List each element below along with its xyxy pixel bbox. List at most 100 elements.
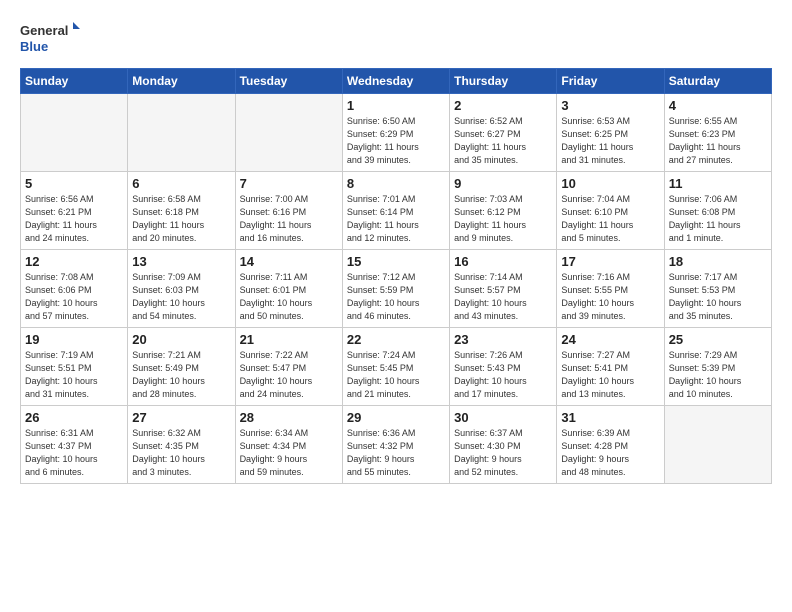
day-info: Sunrise: 7:27 AM Sunset: 5:41 PM Dayligh… xyxy=(561,349,659,401)
day-info: Sunrise: 6:37 AM Sunset: 4:30 PM Dayligh… xyxy=(454,427,552,479)
day-number: 28 xyxy=(240,410,338,425)
calendar-cell: 29 Sunrise: 6:36 AM Sunset: 4:32 PM Dayli… xyxy=(342,406,449,484)
day-number: 7 xyxy=(240,176,338,191)
day-info: Sunrise: 6:32 AM Sunset: 4:35 PM Dayligh… xyxy=(132,427,230,479)
day-info: Sunrise: 7:24 AM Sunset: 5:45 PM Dayligh… xyxy=(347,349,445,401)
day-info: Sunrise: 7:00 AM Sunset: 6:16 PM Dayligh… xyxy=(240,193,338,245)
day-number: 16 xyxy=(454,254,552,269)
day-number: 6 xyxy=(132,176,230,191)
week-row-3: 12Sunrise: 7:08 AM Sunset: 6:06 PM Dayli… xyxy=(21,250,772,328)
day-info: Sunrise: 6:58 AM Sunset: 6:18 PM Dayligh… xyxy=(132,193,230,245)
weekday-thursday: Thursday xyxy=(450,69,557,94)
calendar-cell: 3 Sunrise: 6:53 AM Sunset: 6:25 PM Daylig… xyxy=(557,94,664,172)
calendar-cell: 31 Sunrise: 6:39 AM Sunset: 4:28 PM Dayli… xyxy=(557,406,664,484)
day-info: Sunrise: 6:39 AM Sunset: 4:28 PM Dayligh… xyxy=(561,427,659,479)
weekday-monday: Monday xyxy=(128,69,235,94)
day-info: Sunrise: 7:19 AM Sunset: 5:51 PM Dayligh… xyxy=(25,349,123,401)
week-row-2: 5 Sunrise: 6:56 AM Sunset: 6:21 PM Daylig… xyxy=(21,172,772,250)
logo-svg: General Blue xyxy=(20,18,80,58)
svg-text:General: General xyxy=(20,23,68,38)
weekday-wednesday: Wednesday xyxy=(342,69,449,94)
calendar-cell: 6 Sunrise: 6:58 AM Sunset: 6:18 PM Daylig… xyxy=(128,172,235,250)
calendar-cell xyxy=(235,94,342,172)
day-info: Sunrise: 6:55 AM Sunset: 6:23 PM Dayligh… xyxy=(669,115,767,167)
day-number: 11 xyxy=(669,176,767,191)
day-info: Sunrise: 6:34 AM Sunset: 4:34 PM Dayligh… xyxy=(240,427,338,479)
calendar-cell xyxy=(21,94,128,172)
day-number: 1 xyxy=(347,98,445,113)
day-info: Sunrise: 6:50 AM Sunset: 6:29 PM Dayligh… xyxy=(347,115,445,167)
weekday-saturday: Saturday xyxy=(664,69,771,94)
day-number: 19 xyxy=(25,332,123,347)
calendar-cell xyxy=(128,94,235,172)
logo: General Blue xyxy=(20,18,80,58)
calendar-cell: 23Sunrise: 7:26 AM Sunset: 5:43 PM Dayli… xyxy=(450,328,557,406)
svg-text:Blue: Blue xyxy=(20,39,48,54)
weekday-tuesday: Tuesday xyxy=(235,69,342,94)
calendar-cell xyxy=(664,406,771,484)
day-info: Sunrise: 6:31 AM Sunset: 4:37 PM Dayligh… xyxy=(25,427,123,479)
day-info: Sunrise: 6:53 AM Sunset: 6:25 PM Dayligh… xyxy=(561,115,659,167)
day-number: 27 xyxy=(132,410,230,425)
day-number: 8 xyxy=(347,176,445,191)
calendar-cell: 26Sunrise: 6:31 AM Sunset: 4:37 PM Dayli… xyxy=(21,406,128,484)
calendar-table: SundayMondayTuesdayWednesdayThursdayFrid… xyxy=(20,68,772,484)
day-info: Sunrise: 7:03 AM Sunset: 6:12 PM Dayligh… xyxy=(454,193,552,245)
calendar-cell: 19 Sunrise: 7:19 AM Sunset: 5:51 PM Dayli… xyxy=(21,328,128,406)
day-number: 18 xyxy=(669,254,767,269)
day-number: 4 xyxy=(669,98,767,113)
calendar-cell: 25Sunrise: 7:29 AM Sunset: 5:39 PM Dayli… xyxy=(664,328,771,406)
weekday-sunday: Sunday xyxy=(21,69,128,94)
calendar-cell: 28 Sunrise: 6:34 AM Sunset: 4:34 PM Dayli… xyxy=(235,406,342,484)
day-number: 2 xyxy=(454,98,552,113)
week-row-5: 26Sunrise: 6:31 AM Sunset: 4:37 PM Dayli… xyxy=(21,406,772,484)
calendar-cell: 16 Sunrise: 7:14 AM Sunset: 5:57 PM Dayli… xyxy=(450,250,557,328)
calendar-cell: 24 Sunrise: 7:27 AM Sunset: 5:41 PM Dayli… xyxy=(557,328,664,406)
day-info: Sunrise: 6:36 AM Sunset: 4:32 PM Dayligh… xyxy=(347,427,445,479)
calendar-cell: 8Sunrise: 7:01 AM Sunset: 6:14 PM Daylig… xyxy=(342,172,449,250)
day-info: Sunrise: 7:14 AM Sunset: 5:57 PM Dayligh… xyxy=(454,271,552,323)
day-info: Sunrise: 7:29 AM Sunset: 5:39 PM Dayligh… xyxy=(669,349,767,401)
day-number: 22 xyxy=(347,332,445,347)
day-number: 9 xyxy=(454,176,552,191)
week-row-1: 1 Sunrise: 6:50 AM Sunset: 6:29 PM Daylig… xyxy=(21,94,772,172)
calendar-cell: 12Sunrise: 7:08 AM Sunset: 6:06 PM Dayli… xyxy=(21,250,128,328)
weekday-friday: Friday xyxy=(557,69,664,94)
calendar-cell: 20Sunrise: 7:21 AM Sunset: 5:49 PM Dayli… xyxy=(128,328,235,406)
day-number: 5 xyxy=(25,176,123,191)
calendar-cell: 21 Sunrise: 7:22 AM Sunset: 5:47 PM Dayli… xyxy=(235,328,342,406)
calendar-cell: 17 Sunrise: 7:16 AM Sunset: 5:55 PM Dayli… xyxy=(557,250,664,328)
day-info: Sunrise: 7:09 AM Sunset: 6:03 PM Dayligh… xyxy=(132,271,230,323)
calendar-cell: 15Sunrise: 7:12 AM Sunset: 5:59 PM Dayli… xyxy=(342,250,449,328)
calendar-cell: 7 Sunrise: 7:00 AM Sunset: 6:16 PM Daylig… xyxy=(235,172,342,250)
calendar-cell: 4 Sunrise: 6:55 AM Sunset: 6:23 PM Daylig… xyxy=(664,94,771,172)
day-info: Sunrise: 7:06 AM Sunset: 6:08 PM Dayligh… xyxy=(669,193,767,245)
day-number: 21 xyxy=(240,332,338,347)
page: General Blue SundayMondayTuesdayWednesda… xyxy=(0,0,792,612)
calendar-cell: 1 Sunrise: 6:50 AM Sunset: 6:29 PM Daylig… xyxy=(342,94,449,172)
calendar-cell: 5 Sunrise: 6:56 AM Sunset: 6:21 PM Daylig… xyxy=(21,172,128,250)
calendar-cell: 11 Sunrise: 7:06 AM Sunset: 6:08 PM Dayli… xyxy=(664,172,771,250)
day-number: 13 xyxy=(132,254,230,269)
day-number: 24 xyxy=(561,332,659,347)
day-number: 15 xyxy=(347,254,445,269)
day-info: Sunrise: 7:22 AM Sunset: 5:47 PM Dayligh… xyxy=(240,349,338,401)
calendar-cell: 22 Sunrise: 7:24 AM Sunset: 5:45 PM Dayli… xyxy=(342,328,449,406)
header: General Blue xyxy=(20,18,772,58)
weekday-header-row: SundayMondayTuesdayWednesdayThursdayFrid… xyxy=(21,69,772,94)
day-number: 10 xyxy=(561,176,659,191)
day-number: 20 xyxy=(132,332,230,347)
week-row-4: 19 Sunrise: 7:19 AM Sunset: 5:51 PM Dayli… xyxy=(21,328,772,406)
calendar-cell: 10Sunrise: 7:04 AM Sunset: 6:10 PM Dayli… xyxy=(557,172,664,250)
day-number: 31 xyxy=(561,410,659,425)
day-info: Sunrise: 7:08 AM Sunset: 6:06 PM Dayligh… xyxy=(25,271,123,323)
day-number: 30 xyxy=(454,410,552,425)
day-number: 3 xyxy=(561,98,659,113)
day-number: 17 xyxy=(561,254,659,269)
day-number: 29 xyxy=(347,410,445,425)
calendar-cell: 30 Sunrise: 6:37 AM Sunset: 4:30 PM Dayli… xyxy=(450,406,557,484)
day-info: Sunrise: 6:56 AM Sunset: 6:21 PM Dayligh… xyxy=(25,193,123,245)
day-info: Sunrise: 7:11 AM Sunset: 6:01 PM Dayligh… xyxy=(240,271,338,323)
calendar-cell: 9 Sunrise: 7:03 AM Sunset: 6:12 PM Daylig… xyxy=(450,172,557,250)
day-info: Sunrise: 7:16 AM Sunset: 5:55 PM Dayligh… xyxy=(561,271,659,323)
